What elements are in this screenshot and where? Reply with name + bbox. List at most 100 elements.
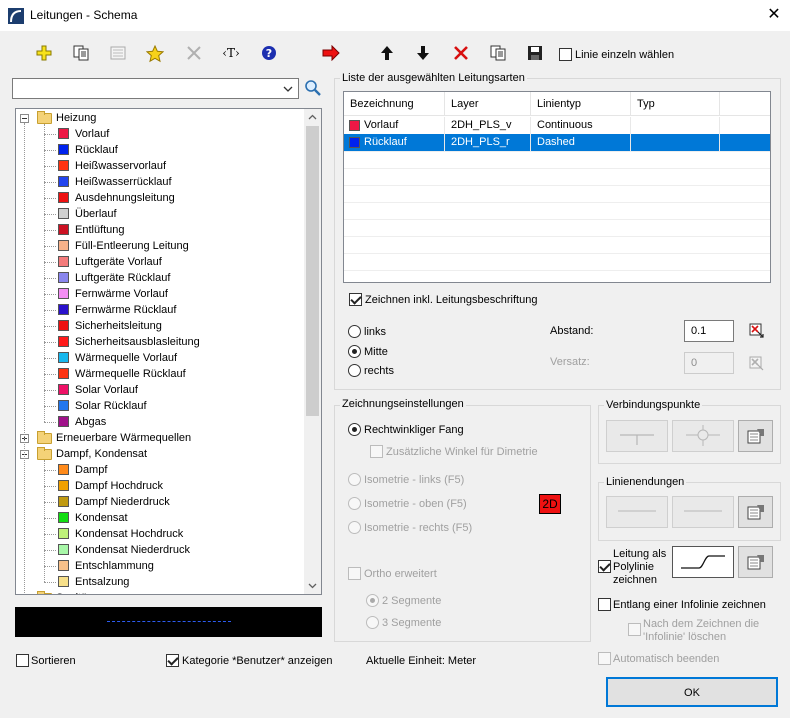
tree-item[interactable]: Sicherheitsleitung <box>16 318 306 334</box>
duplicate-icon[interactable] <box>487 42 509 64</box>
scroll-up-icon[interactable] <box>304 109 321 126</box>
list-row[interactable]: Rücklauf 2DH_PLS_r Dashed <box>344 134 770 151</box>
tree-item[interactable]: Dampf Niederdruck <box>16 494 306 510</box>
infoline-checkbox[interactable] <box>598 598 611 614</box>
line-ending-left-button <box>606 496 668 528</box>
list-row[interactable]: Vorlauf 2DH_PLS_v Continuous <box>344 117 770 134</box>
favorite-star-icon[interactable] <box>144 42 166 64</box>
tree-item-label: Ausdehnungsleitung <box>75 192 175 204</box>
pick-spacing-icon[interactable] <box>749 323 765 342</box>
tree-item[interactable]: Entsalzung <box>16 574 306 590</box>
color-swatch <box>58 272 69 283</box>
add-icon[interactable] <box>33 42 55 64</box>
tree-folder[interactable]: Sanitär <box>16 590 306 595</box>
save-icon[interactable] <box>524 42 546 64</box>
column-header-typ[interactable]: Typ <box>631 92 720 116</box>
polyline-label-line3: zeichnen <box>613 574 658 586</box>
tree-folder-label: Erneuerbare Wärmequellen <box>56 432 192 444</box>
spacing-input[interactable]: 0.1 <box>684 320 734 342</box>
tree-item[interactable]: Fernwärme Rücklauf <box>16 302 306 318</box>
tree-item[interactable]: Füll-Entleerung Leitung <box>16 238 306 254</box>
text-tool-icon[interactable]: ‹T› <box>217 42 245 64</box>
tree-item[interactable]: Kondensat Hochdruck <box>16 526 306 542</box>
color-swatch <box>58 208 69 219</box>
color-swatch <box>58 224 69 235</box>
polyline-checkbox[interactable] <box>598 560 611 576</box>
list-cell-name: Rücklauf <box>344 134 445 151</box>
tree-item[interactable]: Ausdehnungsleitung <box>16 190 306 206</box>
connection-settings-button[interactable] <box>738 420 773 452</box>
tree-item[interactable]: Luftgeräte Vorlauf <box>16 254 306 270</box>
selected-list-view[interactable]: Bezeichnung Layer Linientyp Typ Vorlauf 2… <box>343 91 771 283</box>
tree-item[interactable]: Heißwasservorlauf <box>16 158 306 174</box>
tree-item[interactable]: Fernwärme Vorlauf <box>16 286 306 302</box>
delete-icon[interactable] <box>450 42 472 64</box>
line-type-tree[interactable]: Heizung Vorlauf Rücklauf Heißwasservorlauf H… <box>15 108 322 595</box>
collapse-icon[interactable] <box>20 114 29 123</box>
tree-folder[interactable]: Heizung <box>16 110 306 126</box>
help-icon[interactable]: ? <box>258 42 280 64</box>
ok-button[interactable]: OK <box>606 677 778 707</box>
folder-icon <box>37 591 52 594</box>
tree-item[interactable]: Solar Vorlauf <box>16 382 306 398</box>
folder-icon <box>37 447 52 460</box>
column-header-linientyp[interactable]: Linientyp <box>531 92 631 116</box>
search-combobox[interactable] <box>12 78 299 99</box>
tree-item[interactable]: Kondensat Niederdruck <box>16 542 306 558</box>
polyline-settings-button[interactable] <box>738 546 773 578</box>
tree-connector <box>44 150 56 151</box>
tree-item[interactable]: Überlauf <box>16 206 306 222</box>
tree-folder-label: Sanitär <box>56 590 91 594</box>
tree-item[interactable]: Entschlammung <box>16 558 306 574</box>
category-checkbox[interactable] <box>166 654 179 670</box>
tree-item-label: Dampf <box>75 464 108 476</box>
line-ending-settings-button[interactable] <box>738 496 773 528</box>
tree-folder[interactable]: Dampf, Kondensat <box>16 446 306 462</box>
polyline-shape-button[interactable] <box>672 546 734 578</box>
tree-item[interactable]: Solar Rücklauf <box>16 398 306 414</box>
tree-item[interactable]: Wärmequelle Vorlauf <box>16 350 306 366</box>
scroll-down-icon[interactable] <box>304 577 321 594</box>
tree-item[interactable]: Wärmequelle Rücklauf <box>16 366 306 382</box>
transfer-arrow-icon[interactable] <box>320 42 342 64</box>
tree-item[interactable]: Kondensat <box>16 510 306 526</box>
radio-right-angle[interactable] <box>348 423 361 439</box>
radio-links[interactable] <box>348 325 361 341</box>
radio-mitte[interactable] <box>348 345 361 361</box>
category-label: Kategorie *Benutzer* anzeigen <box>182 655 333 667</box>
2-segments-label: 2 Segmente <box>382 595 442 607</box>
radio-rechts[interactable] <box>348 364 361 380</box>
tree-item[interactable]: Dampf Hochdruck <box>16 478 306 494</box>
dimetric-checkbox <box>370 445 383 461</box>
column-header-bezeichnung[interactable]: Bezeichnung <box>344 92 445 116</box>
tree-folder[interactable]: Erneuerbare Wärmequellen <box>16 430 306 446</box>
tree-item[interactable]: Heißwasserrücklauf <box>16 174 306 190</box>
draw-with-label-checkbox[interactable] <box>349 293 362 309</box>
tree-item[interactable]: Rücklauf <box>16 142 306 158</box>
tree-item[interactable]: Abgas <box>16 414 306 430</box>
chevron-down-icon[interactable] <box>280 80 296 97</box>
tree-item[interactable]: Luftgeräte Rücklauf <box>16 270 306 286</box>
expand-icon[interactable] <box>20 594 29 595</box>
tree-item[interactable]: Sicherheitsausblasleitung <box>16 334 306 350</box>
tree-scroll-thumb[interactable] <box>306 126 319 416</box>
tree-item-label: Heißwasservorlauf <box>75 160 167 172</box>
svg-text:?: ? <box>266 47 272 60</box>
single-line-checkbox[interactable] <box>559 48 572 64</box>
2d-mode-badge[interactable]: 2D <box>539 494 561 514</box>
magnifier-icon[interactable] <box>304 79 322 100</box>
tree-item-label: Kondensat Hochdruck <box>75 528 184 540</box>
sort-checkbox[interactable] <box>16 654 29 670</box>
tree-item[interactable]: Vorlauf <box>16 126 306 142</box>
move-up-icon[interactable] <box>376 42 398 64</box>
copy-icon[interactable] <box>70 42 92 64</box>
column-header-layer[interactable]: Layer <box>445 92 531 116</box>
list-cell-typ <box>631 134 720 151</box>
move-down-icon[interactable] <box>412 42 434 64</box>
tree-item[interactable]: Entlüftung <box>16 222 306 238</box>
close-icon[interactable]: ✕ <box>762 4 786 26</box>
color-swatch <box>349 137 360 148</box>
tree-scrollbar[interactable] <box>304 109 321 594</box>
color-swatch <box>58 384 69 395</box>
tree-item[interactable]: Dampf <box>16 462 306 478</box>
